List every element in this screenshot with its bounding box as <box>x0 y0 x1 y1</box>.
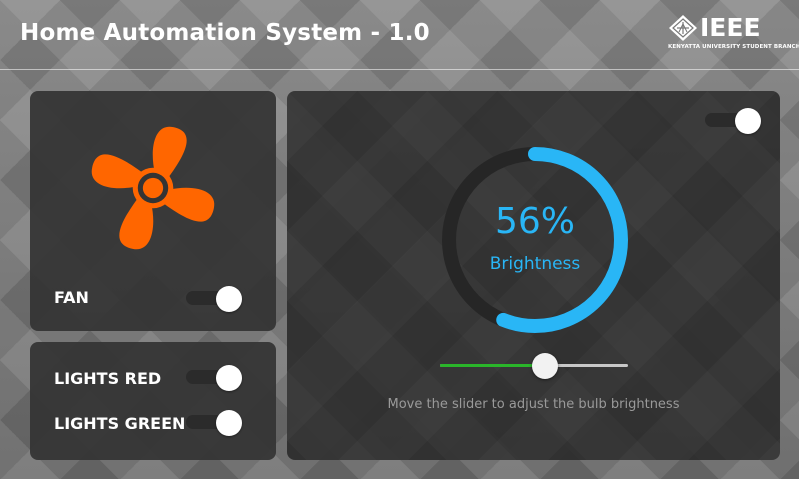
fan-card: FAN <box>30 91 276 331</box>
lights-green-label: LIGHTS GREEN <box>54 414 186 433</box>
slider-thumb[interactable] <box>532 353 559 379</box>
fan-icon <box>91 126 215 250</box>
lights-green-toggle-knob <box>216 410 242 436</box>
ieee-logo-subtitle: KENYATTA UNIVERSITY STUDENT BRANCH <box>668 44 799 50</box>
ieee-logo: IEEE KENYATTA UNIVERSITY STUDENT BRANCH <box>668 13 799 58</box>
fan-label: FAN <box>54 288 89 307</box>
bulb-power-toggle-knob <box>735 108 761 134</box>
brightness-slider[interactable] <box>440 352 628 379</box>
bulb-card: 56% Brightness Move the slider to adjust… <box>287 91 780 460</box>
ieee-diamond-icon <box>669 15 697 41</box>
fan-toggle-knob <box>216 286 242 312</box>
slider-fill <box>440 364 546 367</box>
brightness-label: Brightness <box>489 254 581 274</box>
fan-toggle[interactable] <box>186 286 242 312</box>
lights-red-toggle-knob <box>216 365 242 391</box>
lights-red-label: LIGHTS RED <box>54 369 162 388</box>
header-bar: Home Automation System - 1.0 IEEE KENYAT… <box>0 0 799 70</box>
lights-red-toggle[interactable] <box>186 365 242 391</box>
slider-hint: Move the slider to adjust the bulb brigh… <box>387 397 680 412</box>
app-title: Home Automation System - 1.0 <box>20 20 430 46</box>
brightness-value: 56% <box>494 201 575 242</box>
bulb-power-toggle[interactable] <box>705 108 761 134</box>
lights-card: LIGHTS RED LIGHTS GREEN <box>30 342 276 460</box>
lights-green-toggle[interactable] <box>186 410 242 436</box>
ieee-logo-text: IEEE <box>700 13 761 42</box>
